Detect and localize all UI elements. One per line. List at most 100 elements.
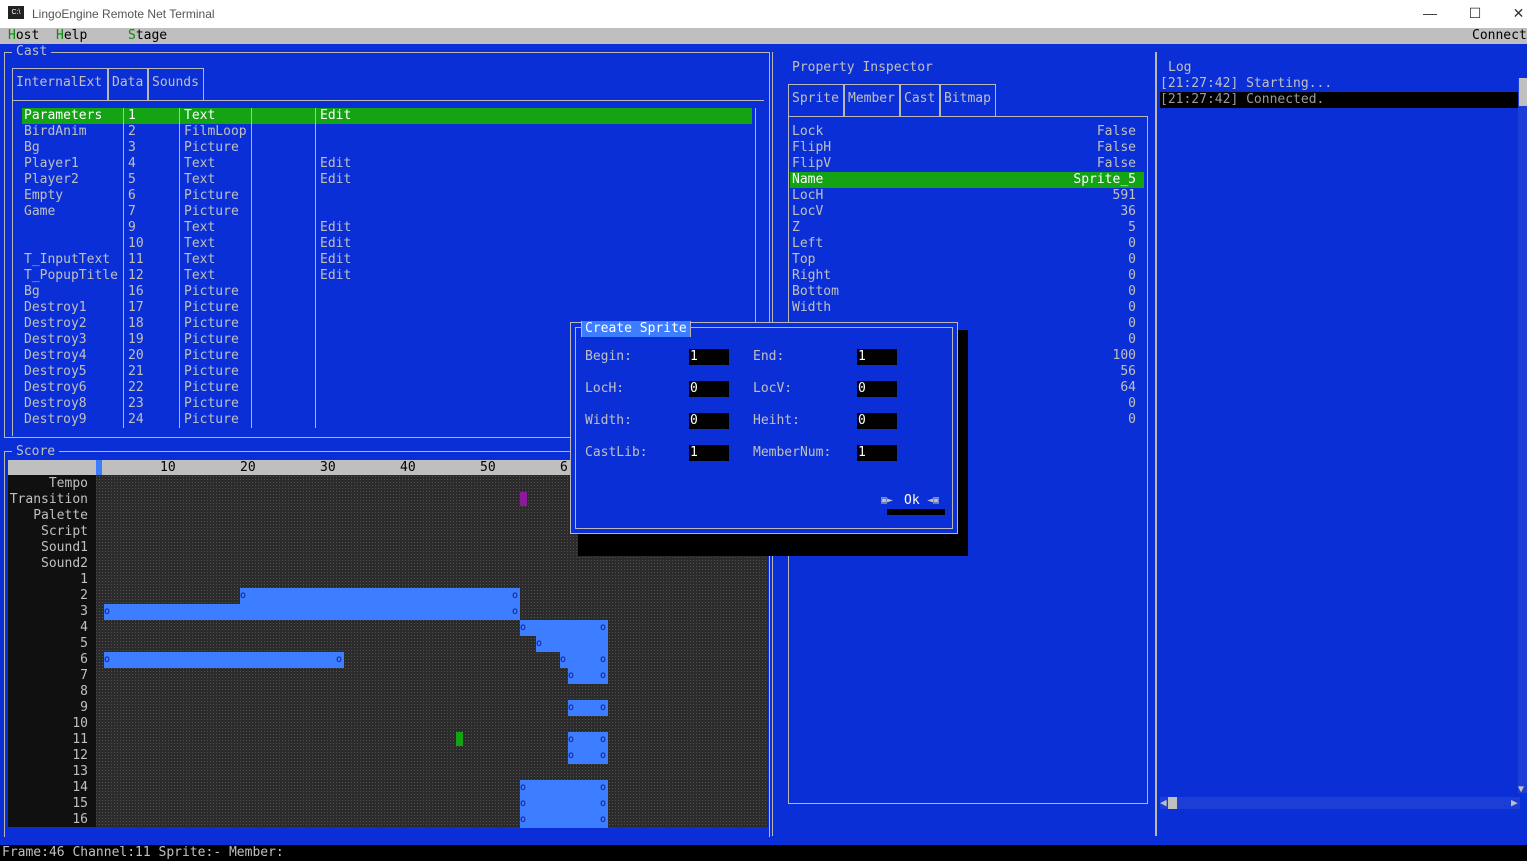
scroll-down-arrow-icon[interactable]: ▼ — [1518, 782, 1524, 798]
property-row[interactable]: Name Sprite_5 — [790, 172, 1144, 188]
property-row[interactable]: FlipV False — [790, 156, 1144, 172]
tab-data[interactable]: Data — [108, 68, 148, 100]
cast-cell-num: 16 — [128, 284, 144, 299]
cast-row[interactable]: 10 Text Edit — [22, 236, 752, 252]
loch-field[interactable]: 0 — [689, 381, 729, 397]
cast-row[interactable]: Bg 16 Picture — [22, 284, 752, 300]
script-marker[interactable] — [456, 732, 463, 746]
sprite-handle[interactable]: o — [104, 604, 110, 620]
sprite-handle[interactable]: o — [600, 748, 606, 764]
property-value: 0 — [1128, 396, 1136, 411]
cast-row[interactable]: Player1 4 Text Edit — [22, 156, 752, 172]
sprite-handle[interactable]: o — [560, 652, 566, 668]
menu-help[interactable]: Help — [56, 28, 87, 44]
property-row[interactable]: Z5 — [790, 220, 1144, 236]
ok-button[interactable]: ▣► Ok ◄▣ — [881, 493, 951, 517]
property-row[interactable]: Right 0 — [790, 268, 1144, 284]
scroll-right-arrow-icon[interactable]: ▶ — [1511, 795, 1518, 811]
locv-field[interactable]: 0 — [857, 381, 897, 397]
menu-connect[interactable]: Connect — [1472, 28, 1527, 44]
castlib-label: CastLib: — [585, 445, 648, 460]
property-row[interactable]: Left 0 — [790, 236, 1144, 252]
sprite-span[interactable] — [520, 620, 608, 636]
cast-cell-action: Edit — [320, 268, 352, 283]
cast-row[interactable]: T_InputText 11 Text Edit — [22, 252, 752, 268]
cast-row[interactable]: T_PopupTitle 12 Text Edit — [22, 268, 752, 284]
close-button[interactable]: ✕ — [1510, 3, 1527, 23]
sprite-span[interactable] — [520, 780, 608, 796]
maximize-button[interactable]: ☐ — [1464, 3, 1486, 23]
end-field[interactable]: 1 — [857, 349, 897, 365]
sprite-handle[interactable]: o — [600, 812, 606, 828]
castlib-field[interactable]: 1 — [689, 445, 729, 461]
scroll-thumb[interactable] — [1519, 78, 1527, 106]
score-ruler[interactable]: 10 20 30 40 50 6 — [8, 460, 570, 476]
property-row[interactable]: Top 0 — [790, 252, 1144, 268]
begin-field[interactable]: 1 — [689, 349, 729, 365]
tab-sounds[interactable]: Sounds — [148, 68, 204, 100]
tab-member[interactable]: Member — [844, 84, 900, 116]
sprite-handle[interactable]: o — [240, 588, 246, 604]
property-row[interactable]: LocV 36 — [790, 204, 1144, 220]
sprite-handle[interactable]: o — [520, 780, 526, 796]
sprite-span[interactable] — [520, 812, 608, 828]
sprite-span[interactable] — [520, 796, 608, 812]
cast-row[interactable]: Bg 3 Picture — [22, 140, 752, 156]
sprite-span[interactable] — [240, 588, 520, 604]
scroll-left-arrow-icon[interactable]: ◀ — [1160, 795, 1167, 811]
sprite-handle[interactable]: o — [600, 652, 606, 668]
tab-sprite[interactable]: Sprite — [788, 84, 844, 116]
sprite-handle[interactable]: o — [520, 812, 526, 828]
cast-cell-name: Destroy1 — [24, 300, 87, 315]
log-horizontal-scrollbar[interactable] — [1160, 797, 1520, 809]
sprite-handle[interactable]: o — [104, 652, 110, 668]
property-row[interactable]: LocH 591 — [790, 188, 1144, 204]
sprite-handle[interactable]: o — [600, 668, 606, 684]
sprite-handle[interactable]: o — [536, 636, 542, 652]
menu-stage[interactable]: Stage — [128, 28, 167, 44]
sprite-handle[interactable]: o — [600, 796, 606, 812]
sprite-handle[interactable]: o — [512, 604, 518, 620]
membernum-field[interactable]: 1 — [857, 445, 897, 461]
property-row[interactable]: FlipH False — [790, 140, 1144, 156]
cast-row[interactable]: Game 7 Picture — [22, 204, 752, 220]
sprite-handle[interactable]: o — [512, 588, 518, 604]
height-field[interactable]: 0 — [857, 413, 897, 429]
log-vertical-scrollbar[interactable] — [1518, 78, 1527, 793]
cast-cell-num: 1 — [128, 108, 136, 123]
sprite-handle[interactable]: o — [520, 796, 526, 812]
sprite-handle[interactable]: o — [568, 668, 574, 684]
cast-row[interactable]: Destroy1 17 Picture — [22, 300, 752, 316]
property-row[interactable]: Width 0 — [790, 300, 1144, 316]
tab-bitmap[interactable]: Bitmap — [940, 84, 996, 116]
cast-row[interactable]: BirdAnim 2 FilmLoop — [22, 124, 752, 140]
playhead-marker[interactable] — [96, 460, 102, 476]
sprite-span[interactable] — [536, 636, 608, 652]
sprite-handle[interactable]: o — [600, 620, 606, 636]
tab-internalext[interactable]: InternalExt — [12, 68, 108, 100]
cast-row[interactable]: Empty 6 Picture — [22, 188, 752, 204]
minimize-button[interactable]: — — [1419, 3, 1441, 23]
cast-row[interactable]: Parameters 1 Text Edit — [22, 108, 752, 124]
sprite-handle[interactable]: o — [600, 732, 606, 748]
width-field[interactable]: 0 — [689, 413, 729, 429]
cast-cell-name: Bg — [24, 140, 40, 155]
property-row[interactable]: Bottom 0 — [790, 284, 1144, 300]
sprite-handle[interactable]: o — [336, 652, 342, 668]
sprite-span[interactable] — [104, 652, 344, 668]
sprite-handle[interactable]: o — [600, 700, 606, 716]
cast-cell-type: Picture — [184, 348, 239, 363]
sprite-span[interactable] — [104, 604, 520, 620]
sprite-handle[interactable]: o — [568, 732, 574, 748]
sprite-handle[interactable]: o — [568, 748, 574, 764]
transition-marker[interactable] — [520, 492, 527, 506]
hscroll-thumb[interactable] — [1168, 797, 1177, 809]
tab-cast[interactable]: Cast — [900, 84, 940, 116]
sprite-handle[interactable]: o — [520, 620, 526, 636]
sprite-handle[interactable]: o — [568, 700, 574, 716]
cast-row[interactable]: Player2 5 Text Edit — [22, 172, 752, 188]
cast-row[interactable]: 9 Text Edit — [22, 220, 752, 236]
sprite-handle[interactable]: o — [600, 780, 606, 796]
menu-host[interactable]: Host — [8, 28, 39, 44]
property-row[interactable]: Lock False — [790, 124, 1144, 140]
